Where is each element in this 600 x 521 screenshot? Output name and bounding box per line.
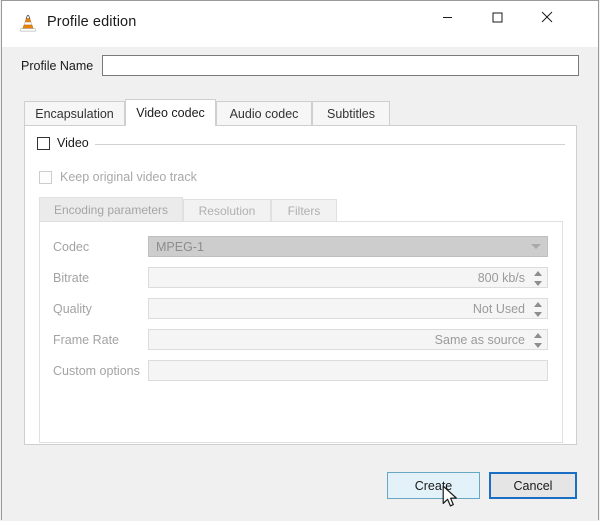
profile-name-label: Profile Name bbox=[21, 59, 94, 73]
frame-rate-label: Frame Rate bbox=[53, 333, 119, 347]
spinner-up-icon[interactable] bbox=[533, 271, 542, 276]
inner-tab-filters[interactable]: Filters bbox=[271, 199, 337, 221]
tab-label: Video codec bbox=[136, 106, 205, 120]
inner-tab-resolution[interactable]: Resolution bbox=[183, 199, 271, 221]
tab-audio-codec[interactable]: Audio codec bbox=[216, 101, 312, 125]
codec-combobox[interactable]: MPEG-1 bbox=[148, 236, 548, 257]
inner-tab-label: Resolution bbox=[198, 203, 256, 218]
keep-original-video-track-checkbox[interactable]: Keep original video track bbox=[39, 170, 197, 184]
title-bar: Profile edition bbox=[2, 1, 598, 47]
maximize-button[interactable] bbox=[474, 1, 520, 33]
spinner-down-icon[interactable] bbox=[533, 343, 542, 348]
bitrate-spinbox[interactable]: 800 kb/s bbox=[148, 267, 548, 288]
frame-rate-spinbox[interactable]: Same as source bbox=[148, 329, 548, 350]
profile-name-row: Profile Name bbox=[2, 47, 598, 83]
close-icon bbox=[541, 11, 553, 23]
custom-options-row: Custom options bbox=[40, 360, 564, 383]
spinner-buttons[interactable] bbox=[531, 300, 544, 319]
video-checkbox-label: Video bbox=[57, 136, 89, 150]
video-checkbox[interactable]: Video bbox=[37, 136, 95, 150]
quality-spinbox[interactable]: Not Used bbox=[148, 298, 548, 319]
close-button[interactable] bbox=[524, 1, 570, 33]
inner-tab-encoding-parameters[interactable]: Encoding parameters bbox=[39, 197, 183, 221]
dialog-footer: Create Cancel bbox=[2, 464, 598, 520]
video-groupbox: Video Keep original video track Encoding… bbox=[37, 134, 565, 443]
custom-options-input[interactable] bbox=[148, 360, 548, 381]
video-codec-panel: Video Keep original video track Encoding… bbox=[24, 125, 577, 445]
quality-label: Quality bbox=[53, 302, 92, 316]
tab-label: Subtitles bbox=[327, 106, 375, 121]
inner-tab-label: Encoding parameters bbox=[53, 202, 169, 217]
cancel-button[interactable]: Cancel bbox=[489, 472, 577, 499]
spinner-down-icon[interactable] bbox=[533, 312, 542, 317]
inner-tab-label: Filters bbox=[287, 203, 321, 218]
tab-video-codec[interactable]: Video codec bbox=[125, 99, 216, 126]
tab-label: Encapsulation bbox=[35, 106, 114, 121]
spinner-up-icon[interactable] bbox=[533, 333, 542, 338]
create-button[interactable]: Create bbox=[387, 472, 480, 499]
cancel-button-label: Cancel bbox=[513, 478, 553, 493]
spinner-buttons[interactable] bbox=[531, 331, 544, 350]
bitrate-row: Bitrate 800 kb/s bbox=[40, 267, 564, 290]
minimize-icon bbox=[442, 16, 452, 18]
spinner-buttons[interactable] bbox=[531, 269, 544, 288]
chevron-down-icon bbox=[531, 244, 541, 249]
quality-row: Quality Not Used bbox=[40, 298, 564, 321]
maximize-icon bbox=[492, 12, 502, 22]
encoding-tabstrip: Encoding parameters Resolution Filters bbox=[39, 197, 563, 221]
bitrate-label: Bitrate bbox=[53, 271, 90, 285]
keep-original-label: Keep original video track bbox=[60, 170, 197, 184]
codec-label: Codec bbox=[53, 240, 90, 254]
codec-tabstrip: Encapsulation Video codec Audio codec Su… bbox=[24, 99, 577, 126]
profile-edition-dialog: Profile edition Profile Name Encapsulati… bbox=[0, 0, 600, 521]
custom-options-label: Custom options bbox=[53, 364, 140, 378]
tab-label: Audio codec bbox=[229, 106, 299, 121]
profile-name-input[interactable] bbox=[102, 55, 579, 76]
minimize-button[interactable] bbox=[424, 1, 470, 33]
window-frame: Profile edition Profile Name Encapsulati… bbox=[1, 0, 599, 520]
custom-options-value bbox=[149, 363, 155, 377]
codec-row: Codec MPEG-1 bbox=[40, 236, 564, 259]
codec-value: MPEG-1 bbox=[156, 239, 204, 254]
tab-subtitles[interactable]: Subtitles bbox=[312, 101, 390, 125]
spinner-up-icon[interactable] bbox=[533, 302, 542, 307]
vlc-cone-icon bbox=[16, 12, 40, 36]
tab-encapsulation[interactable]: Encapsulation bbox=[24, 101, 125, 125]
groupbox-divider bbox=[37, 144, 565, 145]
window-title: Profile edition bbox=[47, 14, 137, 30]
create-button-label: Create bbox=[414, 478, 453, 493]
spinner-down-icon[interactable] bbox=[533, 281, 542, 286]
encoding-parameters-panel: Codec MPEG-1 Bitrate 800 kb/s Quality No… bbox=[39, 221, 563, 443]
frame-rate-row: Frame Rate Same as source bbox=[40, 329, 564, 352]
checkbox-box bbox=[39, 170, 52, 184]
checkbox-box bbox=[37, 136, 50, 150]
